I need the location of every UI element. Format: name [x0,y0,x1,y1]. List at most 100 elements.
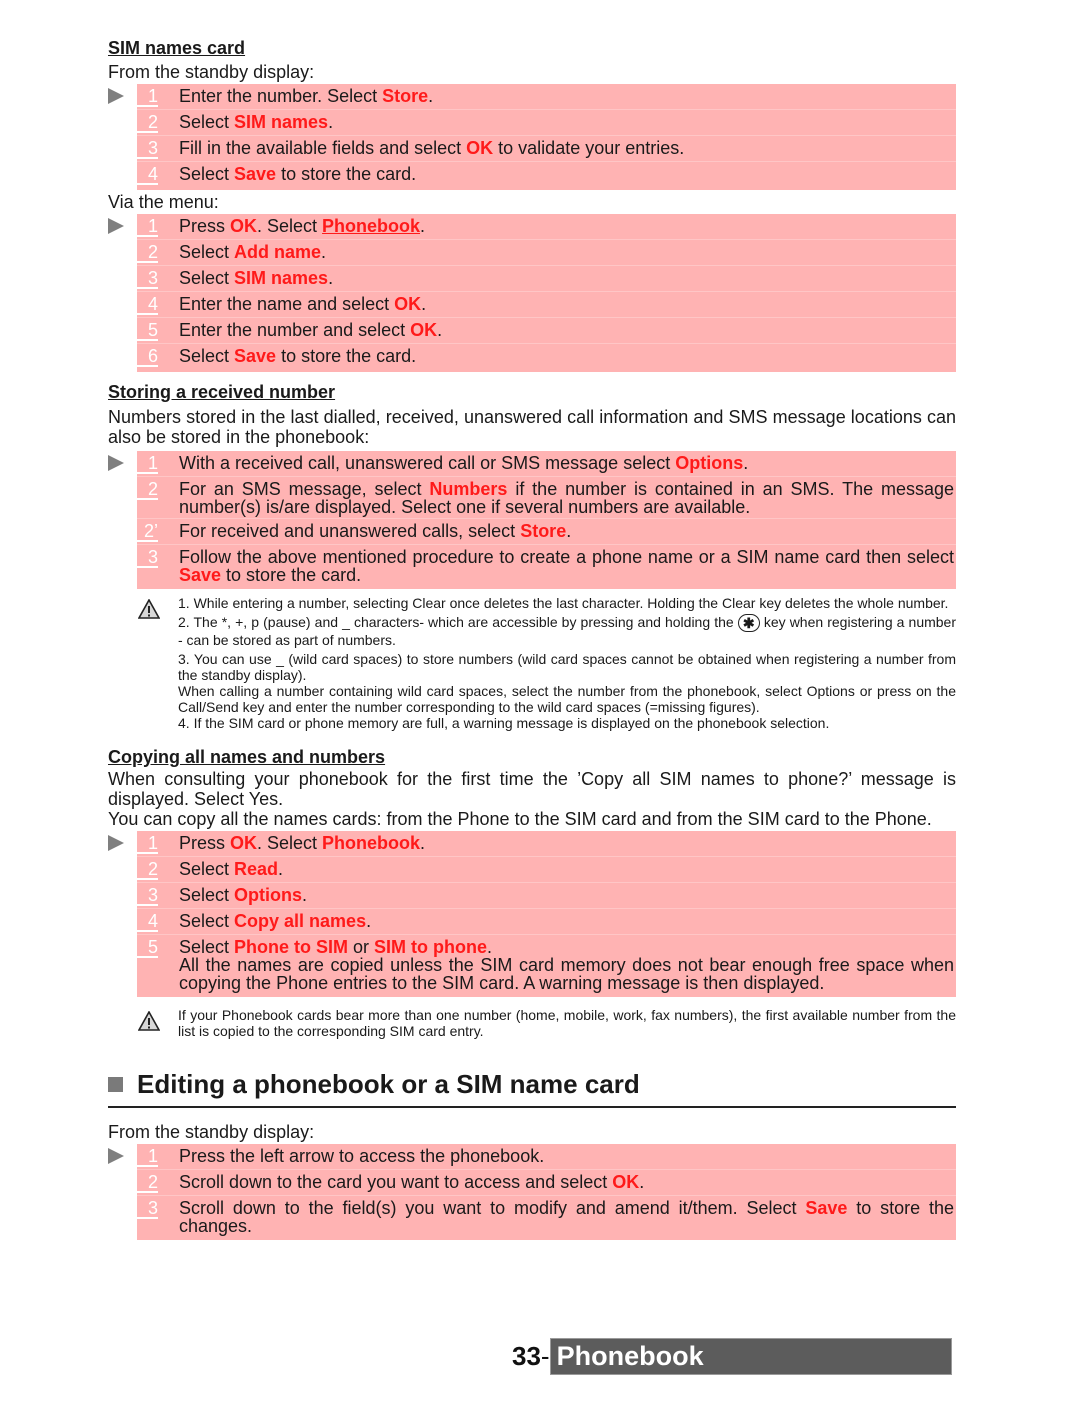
step-row: 5 Select Phone to SIM or SIM to phone. All… [137,935,956,997]
step-number: 3 [137,137,158,159]
step-row: 4 Select Save to store the card. [137,162,956,190]
step-number: 2 [137,1171,158,1194]
step-text: Select Save to store the card. [179,164,417,184]
menu-option-highlight: SIM names [234,268,329,288]
step-text: Enter the number. Select Store. [179,86,434,106]
page-footer: 33 - Phonebook [512,1338,952,1375]
chapter-title: Phonebook [549,1338,952,1375]
step-text: Select Options. [179,885,308,906]
menu-option-highlight: OK [466,138,494,158]
section-heading: Editing a phonebook or a SIM name card [137,1069,640,1100]
step-row: 1 Press OK. Select Phonebook. [137,831,956,858]
step-number: 3 [137,1197,158,1220]
warning-triangle-icon [138,1011,160,1032]
menu-option-highlight: Options [675,453,744,473]
note-item: If your Phonebook cards bear more than o… [178,1007,956,1040]
step-row: 1 With a received call, unanswered call o… [137,451,956,477]
step-number: 1 [137,215,158,237]
step-text: Select Add name. [179,242,327,262]
intro-paragraph: Numbers stored in the last dialled, rece… [108,407,956,447]
step-row: 3 Follow the above mentioned procedure to… [137,545,956,589]
step-text: Select Save to store the card. [179,346,417,366]
note-item: 1. While entering a number, selecting Cl… [178,595,949,611]
star-key-icon: ✱ [737,614,760,633]
warning-note: If your Phonebook cards bear more than o… [108,1007,956,1039]
play-arrow-icon [108,455,124,471]
play-arrow-icon [108,835,124,852]
play-arrow-icon [108,1148,124,1165]
subheading-copying: Copying all names and numbers [108,747,386,768]
step-row: 4 Select Copy all names. [137,909,956,936]
step-number: 2 [137,111,158,133]
menu-option-highlight: Phonebook [322,833,421,854]
step-row: 2 Select Add name. [137,240,956,266]
step-row: 2 For an SMS message, select Numbers if t… [137,477,956,519]
step-row: 3 Scroll down to the field(s) you want to… [137,1196,956,1240]
step-row: 2 Select Read. [137,857,956,884]
page-number: 33 [512,1341,541,1371]
step-row: 3 Select Options. [137,883,956,910]
step-text: Select Read. [179,859,284,880]
step-row: 1 Enter the number. Select Store. [137,84,956,110]
note-item: When calling a number containing wild ca… [178,683,956,716]
step-number: 3 [137,884,158,907]
manual-page: SIM names card From the standby display:… [108,36,956,1241]
step-text: Select SIM names. [179,268,334,288]
step-text: With a received call, unanswered call or… [179,453,749,473]
via-menu-label: Via the menu: [108,192,219,212]
step-list: 1 Press OK. Select Phonebook. 2 Select Add … [108,214,956,372]
step-text: Scroll down to the card you want to acce… [179,1172,645,1193]
step-number: 1 [137,85,158,107]
note-item: 3. You can use _ (wild card spaces) to s… [178,651,956,684]
menu-option-highlight: Save [234,164,277,184]
step-number: 3 [137,267,158,289]
step-text: Follow the above mentioned procedure to … [179,547,954,585]
play-arrow-icon [108,88,124,104]
step-text: For an SMS message, select Numbers if th… [179,479,954,517]
menu-option-highlight: Save [234,346,277,366]
menu-option-highlight: Save [805,1198,848,1219]
note-text: 2. The *, +, p (pause) and _ characters-… [178,614,738,630]
step-text: Press OK. Select Phonebook. [179,833,426,854]
menu-option-highlight: SIM to phone [374,937,488,958]
step-number: 6 [137,345,158,367]
step-list: 1 Press the left arrow to access the phon… [108,1144,956,1241]
menu-option-highlight: OK [230,216,258,236]
step-text: Press OK. Select Phonebook. [179,216,426,236]
step-text: Select Phone to SIM or SIM to phone. All … [179,937,954,994]
from-standby-label: From the standby display: [108,1122,315,1143]
menu-option-highlight: Options [234,885,303,906]
step-text: Select SIM names. [179,112,334,132]
step-row: 2 Scroll down to the card you want to acc… [137,1170,956,1197]
step-list: 1 Enter the number. Select Store. 2 Select … [108,84,956,190]
step-row: 2’ For received and unanswered calls, sel… [137,519,956,545]
note-item: 4. If the SIM card or phone memory are f… [178,715,830,732]
warning-triangle-icon [138,599,160,619]
step-row: 5 Enter the number and select OK. [137,318,956,344]
step-text: For received and unanswered calls, selec… [179,521,572,541]
step-list: 1 Press OK. Select Phonebook. 2 Select Read… [108,831,956,998]
from-standby-label: From the standby display: [108,62,315,82]
play-arrow-icon [108,218,124,234]
step-row: 6 Select Save to store the card. [137,344,956,372]
page-separator: - [540,1341,550,1371]
step-number: 4 [137,293,158,315]
step-text: Enter the number and select OK. [179,320,443,340]
step-text: Press the left arrow to access the phone… [179,1146,545,1167]
step-row: 3 Fill in the available fields and select… [137,136,956,162]
menu-option-highlight: Copy all names [234,911,367,932]
menu-option-highlight: Phone to SIM [234,937,349,958]
step-number: 5 [137,936,158,959]
step-number: 4 [137,910,158,933]
warning-note: 1. While entering a number, selecting Cl… [108,595,956,731]
menu-link[interactable]: Phonebook [322,216,420,236]
section-title: Editing a phonebook or a SIM name card [108,1069,956,1109]
menu-option-highlight: Store [520,521,567,541]
step-text: Scroll down to the field(s) you want to … [179,1198,954,1237]
step-list: 1 With a received call, unanswered call o… [108,451,956,589]
step-text: Fill in the available fields and select … [179,138,685,158]
menu-option-highlight: Add name [234,242,322,262]
menu-option-highlight: Numbers [429,479,508,499]
step-number: 2 [137,858,158,881]
note-item: 2. The *, +, p (pause) and _ characters-… [178,614,956,648]
